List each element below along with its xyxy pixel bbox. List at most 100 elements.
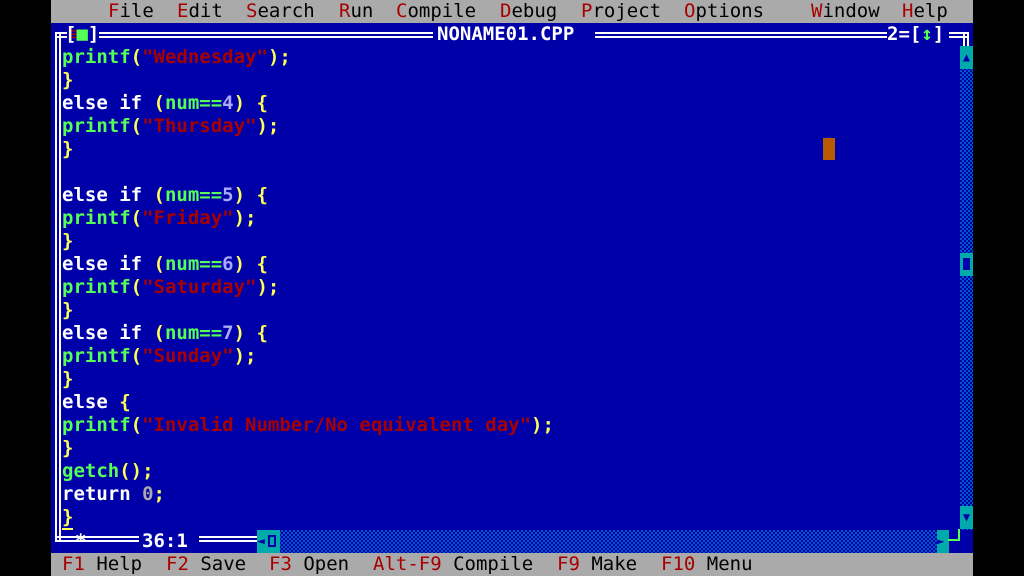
menu-file[interactable]: File: [108, 0, 154, 23]
code-token: }: [62, 230, 74, 252]
code-token: "Saturday": [142, 276, 257, 298]
resize-corner-icon[interactable]: [948, 529, 960, 541]
code-token: printf: [62, 115, 131, 137]
code-token: ) {: [233, 322, 268, 344]
code-token: num==: [164, 253, 223, 275]
code-token: (: [130, 345, 143, 367]
code-line[interactable]: return 0;: [62, 483, 958, 506]
code-token: }: [62, 299, 74, 321]
close-icon: ■: [76, 23, 88, 45]
code-token: return: [62, 483, 143, 505]
frame-right-top: [963, 32, 969, 46]
status-f1-help[interactable]: F1 Help: [62, 553, 142, 576]
window-number: 2=[↕]: [887, 23, 945, 45]
code-token: (: [153, 92, 165, 114]
code-token: }: [62, 437, 74, 459]
horizontal-scroll-left[interactable]: ◄: [257, 530, 280, 553]
cursor-position: 36:1: [139, 530, 191, 553]
code-line[interactable]: printf("Friday");: [62, 207, 958, 230]
code-token: (: [130, 115, 143, 137]
code-line[interactable]: else if (num==5) {: [62, 184, 958, 207]
code-token: );: [233, 207, 257, 229]
status-f2-save[interactable]: F2 Save: [166, 553, 246, 576]
window-title-bar[interactable]: [■] NONAME01.CPP 2=[↕]: [51, 23, 973, 46]
code-line[interactable]: else if (num==7) {: [62, 322, 958, 345]
status-bar: F1 Help F2 Save F3 Open Alt-F9 Compile F…: [51, 553, 973, 576]
code-editor[interactable]: printf("Wednesday");} else if (num==4) {p…: [62, 46, 958, 530]
code-token: "Friday": [142, 207, 234, 229]
code-line[interactable]: printf("Thursday");: [62, 115, 958, 138]
code-line[interactable]: else {: [62, 391, 958, 414]
turbo-cpp-screen: ≡ File Edit Search Run Compile Debug Pro…: [51, 0, 973, 576]
code-token: (: [130, 207, 143, 229]
code-token: );: [256, 276, 280, 298]
vertical-scroll-thumb[interactable]: [960, 253, 973, 276]
code-token: "Thursday": [142, 115, 257, 137]
menu-compile[interactable]: Compile: [396, 0, 476, 23]
code-line[interactable]: }: [62, 437, 958, 460]
code-token: ();: [119, 460, 154, 482]
code-token: );: [256, 115, 280, 137]
code-line[interactable]: }: [62, 299, 958, 322]
code-token: num==: [164, 322, 223, 344]
code-line[interactable]: else if (num==4) {: [62, 92, 958, 115]
code-token: }: [62, 69, 74, 91]
status-f10-menu[interactable]: F10 Menu: [661, 553, 753, 576]
code-line[interactable]: }: [62, 230, 958, 253]
close-button[interactable]: [■]: [65, 23, 99, 46]
code-line[interactable]: printf("Sunday");: [62, 345, 958, 368]
status-f3-open[interactable]: F3 Open: [269, 553, 349, 576]
scroll-left-arrow-icon[interactable]: ◄: [257, 534, 265, 549]
code-token: num==: [164, 184, 223, 206]
zoom-icon[interactable]: ↕: [921, 23, 932, 45]
menu-edit[interactable]: Edit: [177, 0, 223, 23]
resize-marker-icon: *: [75, 530, 87, 552]
code-token: else if: [62, 184, 154, 206]
code-token: 6: [222, 253, 234, 275]
status-f9-make[interactable]: F9 Make: [557, 553, 637, 576]
horizontal-scrollbar[interactable]: [257, 530, 937, 553]
code-token: "Sunday": [142, 345, 234, 367]
menu-bar: ≡ File Edit Search Run Compile Debug Pro…: [51, 0, 973, 45]
code-token: (: [130, 414, 143, 436]
frame-bottom-line: [199, 536, 257, 542]
menu-window[interactable]: Window: [811, 0, 880, 23]
status-altf9-compile[interactable]: Alt-F9 Compile: [373, 553, 533, 576]
scroll-down-arrow-icon[interactable]: ▼: [960, 506, 973, 529]
horizontal-scroll-thumb[interactable]: [268, 535, 276, 547]
code-token: (: [130, 46, 143, 68]
code-token: printf: [62, 207, 131, 229]
menu-search[interactable]: Search: [246, 0, 315, 23]
code-line[interactable]: else if (num==6) {: [62, 253, 958, 276]
frame-left: [55, 32, 61, 542]
code-token: else if: [62, 322, 154, 344]
code-line[interactable]: }: [62, 69, 958, 92]
menu-debug[interactable]: Debug: [500, 0, 557, 23]
menu-run[interactable]: Run: [339, 0, 373, 23]
menu-help[interactable]: Help: [902, 0, 948, 23]
frame-top-line: [99, 32, 433, 38]
vertical-scrollbar[interactable]: [960, 46, 973, 530]
code-token: {: [119, 391, 131, 413]
code-line[interactable]: }: [62, 368, 958, 391]
code-token: );: [233, 345, 257, 367]
code-line[interactable]: printf("Wednesday");: [62, 46, 958, 69]
code-token: printf: [62, 276, 131, 298]
code-token: ) {: [233, 253, 268, 275]
code-line[interactable]: getch();: [62, 460, 958, 483]
code-token: (: [153, 253, 165, 275]
frame-bottom-left: [55, 536, 139, 542]
window-title: NONAME01.CPP: [433, 23, 579, 46]
code-token: else if: [62, 253, 154, 275]
menu-project[interactable]: Project: [581, 0, 661, 23]
code-token: printf: [62, 345, 131, 367]
code-line[interactable]: printf("Saturday");: [62, 276, 958, 299]
code-line[interactable]: [62, 161, 958, 184]
code-token: (: [153, 322, 165, 344]
code-line[interactable]: printf("Invalid Number/No equivalent day…: [62, 414, 958, 437]
mouse-cursor: [823, 138, 835, 160]
scroll-up-arrow-icon[interactable]: ▲: [960, 46, 973, 69]
menu-options[interactable]: Options: [684, 0, 764, 23]
code-line[interactable]: }: [62, 506, 958, 530]
code-token: getch: [62, 460, 120, 482]
